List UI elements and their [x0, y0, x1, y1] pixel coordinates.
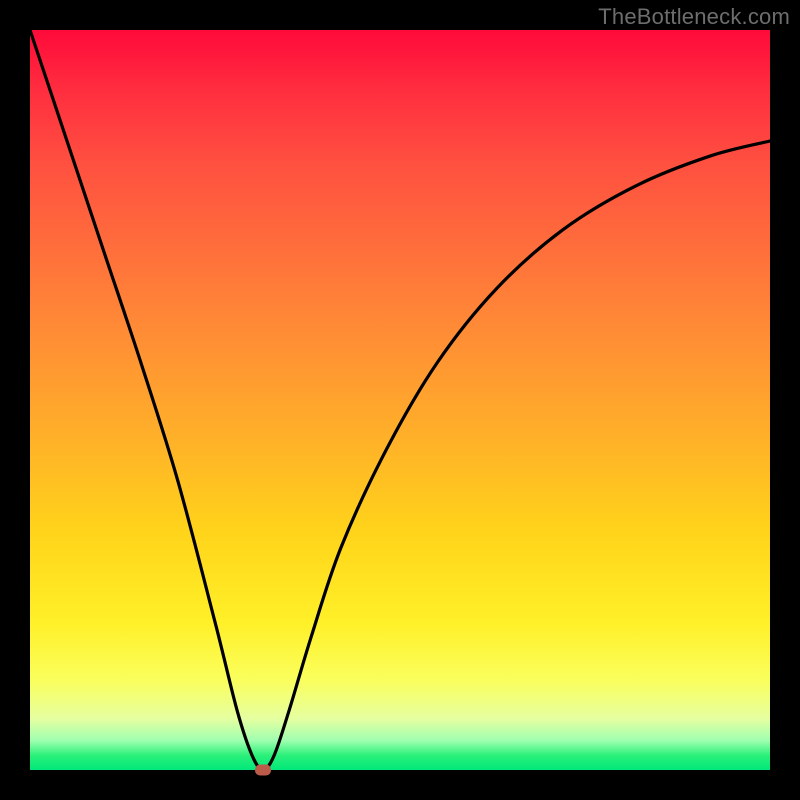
- watermark-text: TheBottleneck.com: [598, 4, 790, 30]
- curve-svg: [30, 30, 770, 770]
- plot-area: [30, 30, 770, 770]
- bottleneck-curve-path: [30, 30, 770, 770]
- minimum-marker: [255, 765, 271, 776]
- chart-frame: TheBottleneck.com: [0, 0, 800, 800]
